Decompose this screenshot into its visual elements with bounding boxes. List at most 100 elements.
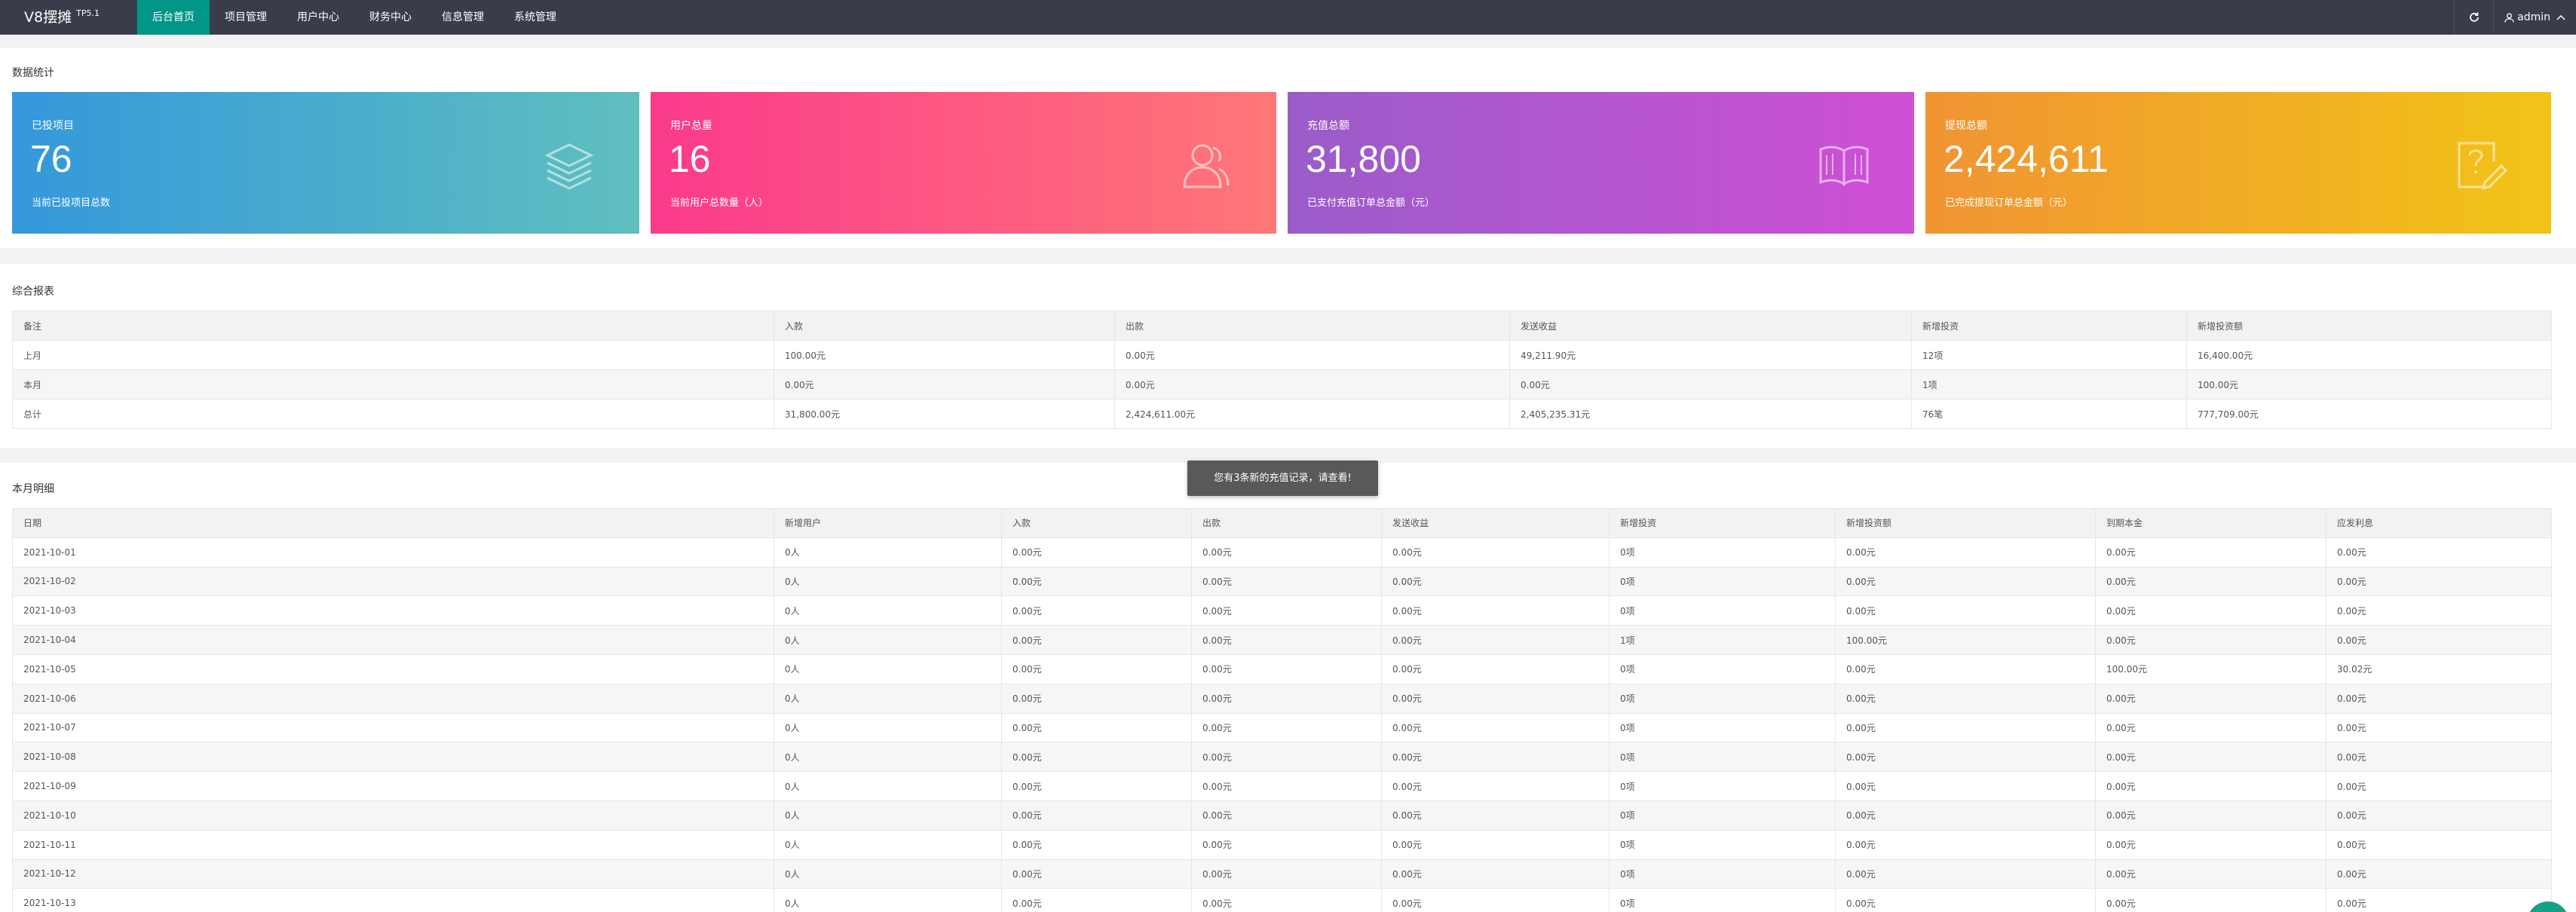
table-cell: 0人 xyxy=(773,683,1002,714)
monthly-title: 本月明细 xyxy=(12,483,54,495)
version-label: TP5.1 xyxy=(76,8,100,18)
table-cell: 0.00元 xyxy=(1191,829,1382,860)
table-cell: 总计 xyxy=(12,399,774,429)
main-nav: 后台首页 项目管理 用户中心 财务中心 信息管理 系统管理 xyxy=(137,0,571,35)
table-row: 2021-10-12 0人 0.00元 0.00元 0.00元 0项 0.00元 0.00元 0… xyxy=(12,858,2552,889)
table-cell: 0.00元 xyxy=(2095,566,2326,597)
stat-card-projects: 已投项目 76 当前已投项目总数 xyxy=(12,92,639,234)
app-logo[interactable]: V8摆摊 TP5.1 xyxy=(24,0,100,35)
table-cell: 本月 xyxy=(12,369,774,399)
table-cell: 0.00元 xyxy=(2095,595,2326,626)
table-row: 2021-10-06 0人 0.00元 0.00元 0.00元 0项 0.00元 0.00元 0… xyxy=(12,683,2552,714)
table-cell: 0.00元 xyxy=(1191,537,1382,568)
table-cell: 0.00元 xyxy=(1191,712,1382,743)
stat-card-users: 用户总量 16 当前用户总数量（人） xyxy=(651,92,1276,234)
column-header: 新增用户 xyxy=(773,508,1002,538)
column-header: 新增投资额 xyxy=(1835,508,2096,538)
nav-item-messages[interactable]: 信息管理 xyxy=(427,0,499,35)
logo-text: V8摆摊 xyxy=(24,9,72,26)
table-cell: 1项 xyxy=(1911,369,2187,399)
table-cell: 2021-10-11 xyxy=(12,829,774,860)
table-cell: 0.00元 xyxy=(1191,625,1382,655)
table-cell: 0.00元 xyxy=(1381,742,1610,773)
table-cell: 31,800.00元 xyxy=(773,399,1115,429)
report-panel: 综合报表 备注 入款 出款 发送收益 新增投资 新增投资额 上月 100.00元… xyxy=(0,264,2576,448)
table-cell: 0.00元 xyxy=(1001,653,1192,684)
table-cell: 0人 xyxy=(773,742,1002,773)
stats-title: 数据统计 xyxy=(12,67,54,79)
table-cell: 0.00元 xyxy=(2095,858,2326,889)
table-cell: 100.00元 xyxy=(773,340,1115,370)
table-cell: 76笔 xyxy=(1911,399,2187,429)
table-row: 2021-10-04 0人 0.00元 0.00元 0.00元 1项 100.00元 0.00… xyxy=(12,625,2552,655)
table-cell: 0.00元 xyxy=(1381,800,1610,831)
table-cell: 0.00元 xyxy=(2326,625,2552,655)
table-cell: 2021-10-02 xyxy=(12,566,774,597)
table-cell: 2021-10-03 xyxy=(12,595,774,626)
table-cell: 0.00元 xyxy=(1001,858,1192,889)
table-cell: 0.00元 xyxy=(2326,712,2552,743)
table-cell: 0.00元 xyxy=(1381,566,1610,597)
table-cell: 0.00元 xyxy=(773,369,1115,399)
table-cell: 0.00元 xyxy=(2326,742,2552,773)
table-row: 2021-10-01 0人 0.00元 0.00元 0.00元 0项 0.00元 0.00元 0… xyxy=(12,537,2552,568)
table-cell: 0.00元 xyxy=(1381,595,1610,626)
nav-item-projects[interactable]: 项目管理 xyxy=(210,0,282,35)
table-cell: 0.00元 xyxy=(1001,829,1192,860)
header-actions: admin xyxy=(2454,0,2576,35)
table-cell: 0项 xyxy=(1609,566,1836,597)
table-cell: 0.00元 xyxy=(1114,369,1510,399)
card-label: 充值总额 xyxy=(1307,120,1349,132)
card-desc: 当前用户总数量（人） xyxy=(670,197,769,209)
table-cell: 0.00元 xyxy=(1001,566,1192,597)
table-cell: 777,709.00元 xyxy=(2186,399,2552,429)
table-cell: 2021-10-09 xyxy=(12,771,774,801)
column-header: 新增投资额 xyxy=(2186,311,2552,341)
table-row: 2021-10-09 0人 0.00元 0.00元 0.00元 0项 0.00元 0.00元 0… xyxy=(12,771,2552,801)
table-cell: 0.00元 xyxy=(2095,800,2326,831)
table-cell: 16,400.00元 xyxy=(2186,340,2552,370)
table-cell: 0.00元 xyxy=(1191,888,1382,912)
table-cell: 0.00元 xyxy=(1191,595,1382,626)
table-cell: 0.00元 xyxy=(1835,653,2096,684)
notification-toast[interactable]: 您有3条新的充值记录，请查看! xyxy=(1187,461,1378,496)
table-cell: 2021-10-10 xyxy=(12,800,774,831)
table-cell: 0.00元 xyxy=(1191,742,1382,773)
book-icon xyxy=(1819,145,1869,186)
nav-item-system[interactable]: 系统管理 xyxy=(499,0,571,35)
table-cell: 0项 xyxy=(1609,653,1836,684)
table-cell: 0.00元 xyxy=(2326,829,2552,860)
nav-item-home[interactable]: 后台首页 xyxy=(137,0,210,35)
table-cell: 2021-10-13 xyxy=(12,888,774,912)
table-cell: 2021-10-01 xyxy=(12,537,774,568)
table-cell: 0.00元 xyxy=(1001,712,1192,743)
column-header: 出款 xyxy=(1114,311,1510,341)
nav-item-users[interactable]: 用户中心 xyxy=(282,0,354,35)
table-header-row: 备注 入款 出款 发送收益 新增投资 新增投资额 xyxy=(12,311,2552,341)
table-cell: 0.00元 xyxy=(2326,858,2552,889)
table-cell: 0项 xyxy=(1609,595,1836,626)
nav-item-finance[interactable]: 财务中心 xyxy=(354,0,427,35)
table-cell: 100.00元 xyxy=(1835,625,2096,655)
column-header: 入款 xyxy=(773,311,1115,341)
table-cell: 0项 xyxy=(1609,771,1836,801)
card-desc: 当前已投项目总数 xyxy=(32,197,111,209)
table-cell: 0人 xyxy=(773,566,1002,597)
table-cell: 0.00元 xyxy=(1835,537,2096,568)
table-row: 2021-10-07 0人 0.00元 0.00元 0.00元 0项 0.00元 0.00元 0… xyxy=(12,712,2552,743)
table-cell: 49,211.90元 xyxy=(1509,340,1912,370)
table-cell: 0.00元 xyxy=(1835,800,2096,831)
table-row: 2021-10-02 0人 0.00元 0.00元 0.00元 0项 0.00元 0.00元 0… xyxy=(12,566,2552,597)
refresh-button[interactable] xyxy=(2454,0,2493,35)
card-label: 用户总量 xyxy=(670,120,712,132)
user-menu[interactable]: admin xyxy=(2493,0,2576,35)
table-cell: 2021-10-12 xyxy=(12,858,774,889)
table-cell: 0.00元 xyxy=(2095,625,2326,655)
table-cell: 0.00元 xyxy=(1835,888,2096,912)
table-cell: 0.00元 xyxy=(2326,800,2552,831)
user-icon xyxy=(2504,13,2514,23)
table-cell: 上月 xyxy=(12,340,774,370)
column-header: 应发利息 xyxy=(2326,508,2552,538)
table-cell: 0.00元 xyxy=(1835,829,2096,860)
table-cell: 0.00元 xyxy=(1835,712,2096,743)
